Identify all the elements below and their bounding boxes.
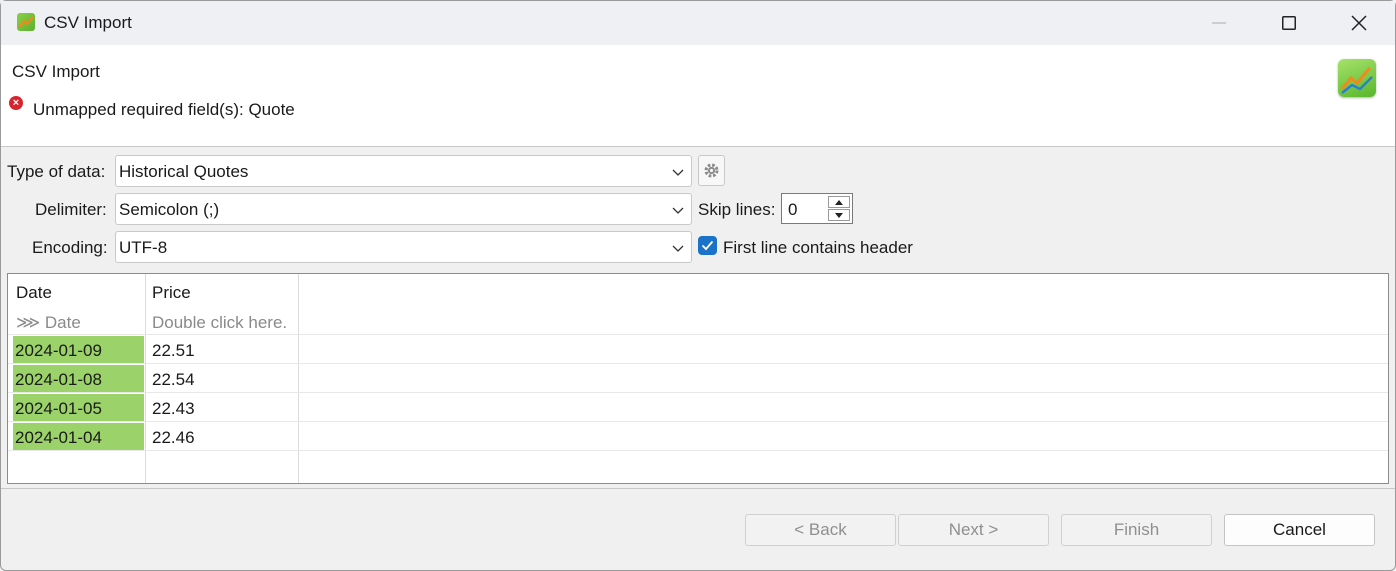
gear-icon [704, 163, 719, 178]
cell-text: 2024-01-04 [15, 428, 102, 447]
header-checkbox[interactable] [698, 236, 717, 255]
column-mapping-date[interactable]: ⋙ Date [16, 313, 81, 333]
table-cell-price[interactable]: 22.51 [152, 341, 195, 361]
column-header-price[interactable]: Price [152, 283, 191, 303]
window-title: CSV Import [44, 13, 132, 32]
back-button[interactable]: < Back [745, 514, 896, 546]
skip-lines-spinner[interactable]: 0 [781, 193, 853, 224]
cell-text: 2024-01-09 [15, 341, 102, 360]
table-cell-date[interactable]: 2024-01-08 [13, 365, 144, 393]
table-cell-price[interactable]: 22.54 [152, 370, 195, 390]
type-of-data-value: Historical Quotes [119, 162, 249, 181]
type-of-data-select[interactable]: Historical Quotes [115, 155, 692, 187]
encoding-value: UTF-8 [119, 238, 168, 257]
minimize-icon [1212, 22, 1226, 24]
table-cell-price[interactable]: 22.43 [152, 399, 195, 419]
column-divider[interactable] [145, 274, 146, 483]
encoding-select[interactable]: UTF-8 [115, 231, 692, 263]
close-button[interactable] [1324, 1, 1394, 45]
column-header-date[interactable]: Date [16, 283, 52, 303]
finish-button[interactable]: Finish [1061, 514, 1212, 546]
title-bar[interactable]: CSV Import [1, 1, 1395, 45]
page-title: CSV Import [12, 62, 100, 81]
spin-up-button[interactable] [828, 196, 850, 208]
row-divider [8, 450, 1388, 451]
encoding-label: Encoding: [32, 238, 108, 257]
maximize-button[interactable] [1254, 1, 1324, 45]
column-divider[interactable] [298, 274, 299, 483]
checkmark-icon [701, 240, 714, 251]
table-cell-date[interactable]: 2024-01-05 [13, 394, 144, 422]
error-message: Unmapped required field(s): Quote [33, 100, 295, 119]
table-cell-date[interactable]: 2024-01-09 [13, 336, 144, 364]
row-divider [8, 421, 1388, 422]
skip-lines-value: 0 [788, 200, 798, 219]
divider [1, 488, 1395, 489]
cancel-button[interactable]: Cancel [1224, 514, 1375, 546]
table-cell-price[interactable]: 22.46 [152, 428, 195, 448]
header-checkbox-label[interactable]: First line contains header [723, 238, 913, 258]
minimize-button[interactable] [1184, 1, 1254, 45]
next-button[interactable]: Next > [898, 514, 1049, 546]
spin-down-button[interactable] [828, 209, 850, 221]
row-divider [8, 334, 1388, 335]
type-of-data-label: Type of data: [7, 162, 106, 181]
delimiter-select[interactable]: Semicolon (;) [115, 193, 692, 225]
close-icon [1351, 15, 1367, 31]
delimiter-label: Delimiter: [35, 200, 107, 219]
chevron-down-icon [672, 207, 684, 214]
arrow-down-icon [835, 212, 843, 218]
wizard-header: CSV Import × Unmapped required field(s):… [1, 45, 1395, 147]
chevron-down-icon [672, 169, 684, 176]
settings-button[interactable] [698, 155, 725, 186]
cell-text: 2024-01-05 [15, 399, 102, 418]
error-icon: × [9, 96, 23, 110]
row-divider [8, 363, 1388, 364]
column-mapping-price[interactable]: Double click here. [152, 313, 287, 333]
maximize-icon [1282, 16, 1296, 30]
skip-lines-label: Skip lines: [698, 200, 776, 219]
app-icon [17, 13, 35, 31]
table-cell-date[interactable]: 2024-01-04 [13, 423, 144, 451]
row-divider [8, 392, 1388, 393]
app-logo-icon [1338, 59, 1376, 97]
delimiter-value: Semicolon (;) [119, 200, 220, 219]
csv-preview-table[interactable]: Date Price ⋙ Date Double click here. 202… [7, 273, 1389, 484]
cell-text: 2024-01-08 [15, 370, 102, 389]
chevron-down-icon [672, 245, 684, 252]
arrow-up-icon [835, 199, 843, 205]
